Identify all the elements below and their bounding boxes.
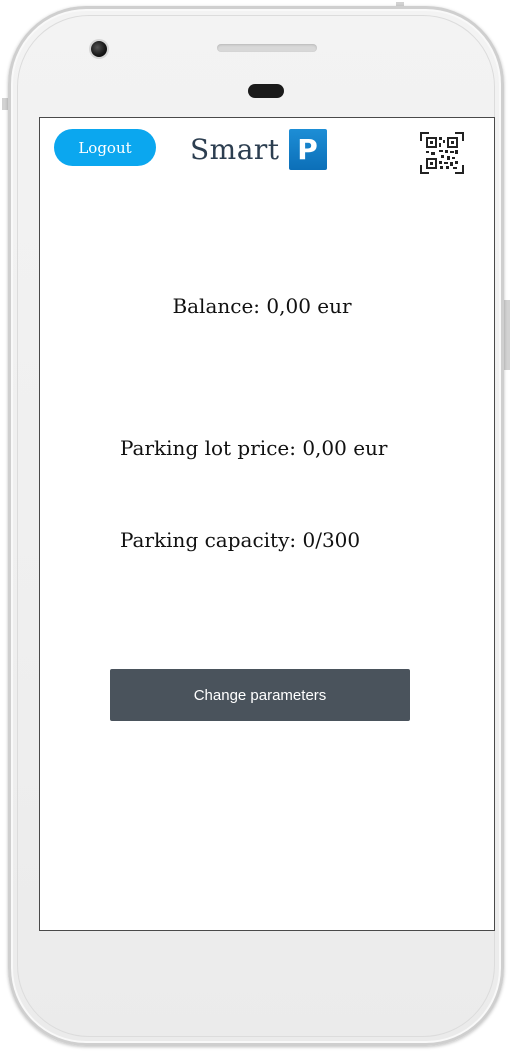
app-screen: Logout Smart P Balance: 0,00 eur Parking… <box>39 117 495 931</box>
parking-lot-price-text: Parking lot price: 0,00 eur <box>120 436 388 460</box>
qr-code-icon[interactable] <box>419 131 465 175</box>
earpiece <box>248 84 284 98</box>
brand-text: Smart <box>190 132 280 166</box>
device-mockup: Logout Smart P Balance: 0,00 eur Parking… <box>0 0 512 1052</box>
parking-capacity-text: Parking capacity: 0/300 <box>120 528 361 552</box>
change-parameters-button[interactable]: Change parameters <box>110 669 410 721</box>
side-button-right <box>504 300 510 370</box>
brand-logo: Smart P <box>190 128 327 170</box>
speaker-slot <box>217 44 317 52</box>
logout-button[interactable]: Logout <box>54 129 156 166</box>
parking-badge-icon: P <box>288 128 327 170</box>
balance-text: Balance: 0,00 eur <box>172 294 352 318</box>
front-camera <box>91 41 107 57</box>
